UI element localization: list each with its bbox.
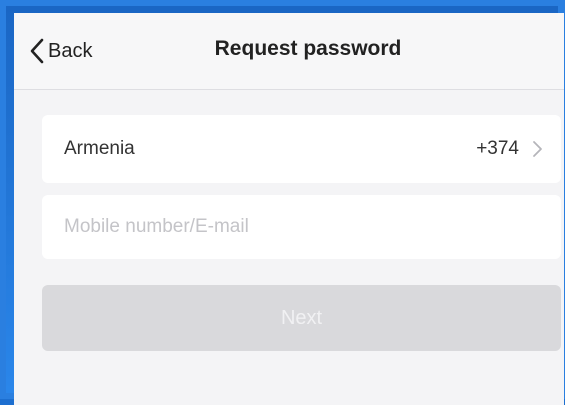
contact-input-row (42, 195, 561, 259)
app-screen: Back Request password Armenia +374 Next (14, 13, 564, 405)
country-name: Armenia (64, 138, 135, 159)
mobile-email-input[interactable] (64, 216, 539, 238)
window-frame: Back Request password Armenia +374 Next (0, 0, 565, 405)
chevron-right-icon (533, 141, 542, 157)
country-code: +374 (476, 138, 519, 159)
next-button[interactable]: Next (42, 285, 561, 351)
navigation-bar: Back Request password (14, 13, 564, 90)
page-title: Request password (214, 37, 402, 60)
country-selector[interactable]: Armenia +374 (42, 115, 561, 183)
